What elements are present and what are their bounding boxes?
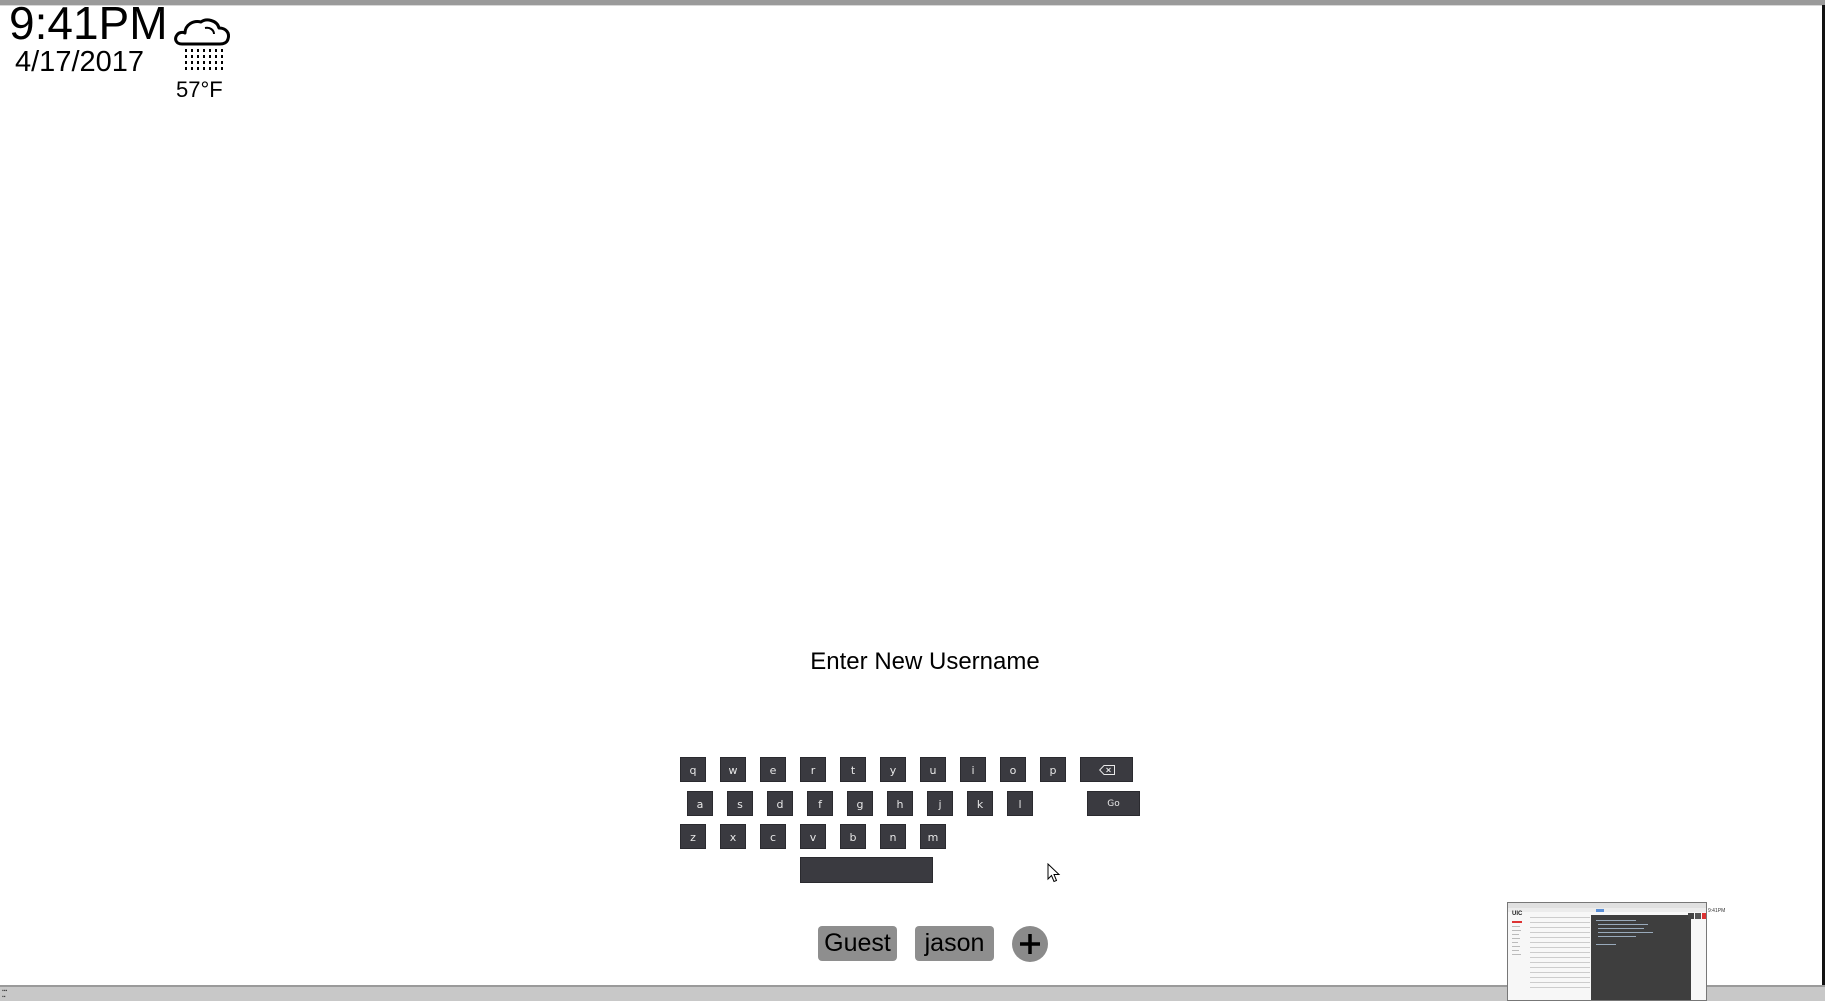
window-thumbnail[interactable]: UIC	[1507, 902, 1707, 1001]
thumbnail-side-clock: 9:41PM	[1708, 908, 1726, 914]
clock-date: 4/17/2017	[15, 46, 145, 78]
key-x[interactable]: x	[720, 824, 746, 849]
key-c[interactable]: c	[760, 824, 786, 849]
key-o[interactable]: o	[1000, 757, 1026, 782]
key-n[interactable]: n	[880, 824, 906, 849]
username-prompt: Enter New Username	[810, 648, 1040, 675]
mouse-cursor-icon	[1047, 862, 1061, 888]
plus-icon	[1020, 934, 1040, 954]
go-key[interactable]: Go	[1087, 791, 1140, 816]
key-r[interactable]: r	[800, 757, 826, 782]
key-i[interactable]: i	[960, 757, 986, 782]
key-u[interactable]: u	[920, 757, 946, 782]
user-button-guest[interactable]: Guest	[818, 926, 897, 961]
key-w[interactable]: w	[720, 757, 746, 782]
clock-time: 9:41PM	[9, 0, 168, 49]
backspace-key[interactable]	[1080, 757, 1133, 782]
key-y[interactable]: y	[880, 757, 906, 782]
window-top-border	[0, 0, 1825, 6]
rain-cloud-icon	[172, 14, 234, 74]
key-p[interactable]: p	[1040, 757, 1066, 782]
key-j[interactable]: j	[927, 791, 953, 816]
thumbnail-logo: UIC	[1512, 911, 1523, 917]
key-e[interactable]: e	[760, 757, 786, 782]
key-d[interactable]: d	[767, 791, 793, 816]
space-key[interactable]	[800, 857, 933, 883]
thumbnail-preview-image: UIC	[1508, 903, 1706, 1000]
backspace-icon	[1098, 765, 1115, 775]
key-l[interactable]: l	[1007, 791, 1033, 816]
key-s[interactable]: s	[727, 791, 753, 816]
key-m[interactable]: m	[920, 824, 946, 849]
key-g[interactable]: g	[847, 791, 873, 816]
key-f[interactable]: f	[807, 791, 833, 816]
key-b[interactable]: b	[840, 824, 866, 849]
key-z[interactable]: z	[680, 824, 706, 849]
key-h[interactable]: h	[887, 791, 913, 816]
add-user-button[interactable]	[1012, 926, 1048, 962]
user-button-jason[interactable]: jason	[915, 926, 994, 961]
key-v[interactable]: v	[800, 824, 826, 849]
taskbar-tray: ▪▪▪ ▪▪	[2, 988, 8, 1000]
key-q[interactable]: q	[680, 757, 706, 782]
key-k[interactable]: k	[967, 791, 993, 816]
login-screen: 9:41PM 4/17/2017 57°F Enter New Username…	[0, 0, 1825, 1001]
temperature: 57°F	[176, 77, 223, 102]
key-a[interactable]: a	[687, 791, 713, 816]
key-t[interactable]: t	[840, 757, 866, 782]
